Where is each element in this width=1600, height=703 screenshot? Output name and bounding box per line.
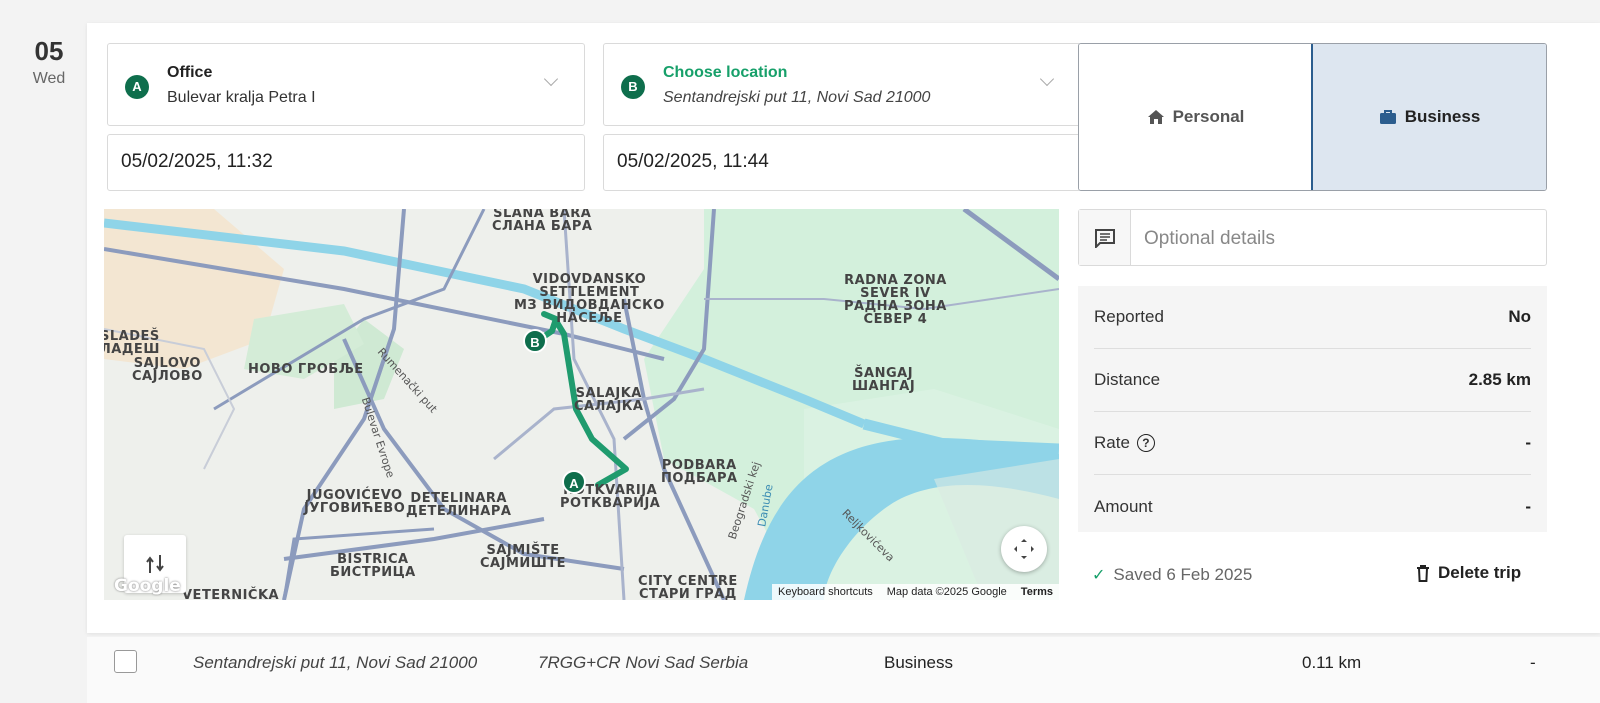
end-datetime-input[interactable]: 05/02/2025, 11:44 xyxy=(603,134,1081,191)
map-attribution: Keyboard shortcuts Map data ©2025 Google… xyxy=(771,584,1059,600)
rate-label: Rate xyxy=(1094,433,1130,452)
terms-link[interactable]: Terms xyxy=(1021,586,1053,598)
map-label: PODBARA ПОДБАРА xyxy=(661,458,738,486)
trip-card: A Office Bulevar kralja Petra I B Choose… xyxy=(87,23,1600,633)
map-label: JUGOVIĆEVO ЈУГОВИЋЕВО xyxy=(304,488,406,516)
row-from: Sentandrejski put 11, Novi Sad 21000 xyxy=(193,653,478,672)
chevron-down-icon xyxy=(543,71,559,87)
map-label: BISTRICA БИСТРИЦА xyxy=(330,552,416,580)
table-row[interactable]: Sentandrejski put 11, Novi Sad 21000 7RG… xyxy=(87,637,1600,703)
start-location-title: Office xyxy=(167,64,213,81)
end-pin-badge: B xyxy=(621,75,645,99)
business-label: Business xyxy=(1404,107,1481,126)
weekday: Wed xyxy=(32,70,66,87)
route-icon xyxy=(146,555,164,573)
personal-label: Personal xyxy=(1172,107,1245,126)
start-location-address: Bulevar kralja Petra I xyxy=(167,89,316,106)
map-label: VIDOVDANSKO SETTLEMENT МЗ ВИДОВДАНСКО НА… xyxy=(514,272,665,326)
business-button[interactable]: Business xyxy=(1311,44,1546,190)
start-datetime-input[interactable]: 05/02/2025, 11:32 xyxy=(107,134,585,191)
google-logo: Google xyxy=(114,576,181,596)
end-location-title: Choose location xyxy=(663,64,788,81)
stat-label: Rate ? xyxy=(1094,433,1155,453)
comment-icon xyxy=(1079,210,1131,265)
row-to: 7RGG+CR Novi Sad Serbia xyxy=(538,653,749,672)
stat-amount: Amount - xyxy=(1094,475,1531,538)
stat-label: Reported xyxy=(1094,307,1164,326)
fullscreen-icon xyxy=(1014,539,1034,559)
map-label: DETELINARA ДЕТЕЛИНАРА xyxy=(406,491,512,519)
stat-value: - xyxy=(1525,433,1531,452)
stat-distance: Distance 2.85 km xyxy=(1094,349,1531,412)
stat-label: Amount xyxy=(1094,496,1153,516)
end-location-select[interactable]: B Choose location Sentandrejski put 11, … xyxy=(603,43,1081,126)
route-map[interactable]: SLANA BARA СЛАНА БАРА VIDOVDANSKO SETTLE… xyxy=(104,209,1059,600)
stat-rate: Rate ? - xyxy=(1094,412,1531,475)
end-location-address: Sentandrejski put 11, Novi Sad 21000 xyxy=(663,89,931,106)
map-label: НОВО ГРОБЉЕ xyxy=(248,362,364,377)
start-pin-badge: A xyxy=(125,75,149,99)
fullscreen-button[interactable] xyxy=(1001,526,1047,572)
check-icon: ✓ xyxy=(1092,567,1106,584)
keyboard-shortcuts-link[interactable]: Keyboard shortcuts xyxy=(778,586,873,598)
map-label: SAJLOVO САЈЛОВО xyxy=(132,356,203,384)
map-label: VETERNIČKA xyxy=(182,588,280,600)
delete-trip-button[interactable]: Delete trip xyxy=(1416,563,1521,583)
stat-reported: Reported No xyxy=(1094,286,1531,349)
map-label: SALAJKA САЛАЈКА xyxy=(574,386,644,414)
map-label: SAJMIŠTE САЈМИШТЕ xyxy=(480,543,567,571)
stat-value: - xyxy=(1525,496,1531,516)
personal-button[interactable]: Personal xyxy=(1079,44,1312,190)
map-pin-b: B xyxy=(523,329,547,353)
chevron-down-icon xyxy=(1039,71,1055,87)
stat-value: No xyxy=(1508,307,1531,326)
delete-trip-label: Delete trip xyxy=(1438,563,1522,582)
optional-details-placeholder: Optional details xyxy=(1144,228,1275,249)
day-number: 05 xyxy=(34,36,64,66)
trip-stats: Reported No Distance 2.85 km Rate ? - Am… xyxy=(1078,286,1547,532)
map-label: SLADEŠ ЛАДЕШ xyxy=(104,329,160,357)
map-label: CITY CENTRE СТАРИ ГРАД xyxy=(638,574,738,600)
stat-label: Distance xyxy=(1094,370,1161,389)
start-location-select[interactable]: A Office Bulevar kralja Petra I xyxy=(107,43,585,126)
row-amount: - xyxy=(1530,653,1536,672)
trip-type-toggle: Personal Business xyxy=(1078,43,1547,191)
saved-status: ✓ Saved 6 Feb 2025 xyxy=(1092,565,1252,585)
row-checkbox[interactable] xyxy=(114,650,137,673)
map-pin-a: A xyxy=(562,470,586,494)
optional-details-field[interactable]: Optional details xyxy=(1078,209,1547,266)
map-label: RADNA ZONA SEVER IV РАДНА ЗОНА СЕВЕР 4 xyxy=(844,273,947,327)
row-distance: 0.11 km xyxy=(1302,653,1362,672)
map-label: SLANA BARA СЛАНА БАРА xyxy=(492,209,593,234)
trash-icon xyxy=(1417,565,1429,582)
briefcase-icon xyxy=(1379,110,1396,124)
home-icon xyxy=(1147,110,1164,124)
help-icon[interactable]: ? xyxy=(1136,434,1155,452)
map-label: ŠANGAJ ШАНГАЈ xyxy=(852,366,916,394)
trip-date: 05 Wed xyxy=(0,36,98,88)
map-data-text: Map data ©2025 Google xyxy=(886,586,1007,598)
stat-value: 2.85 km xyxy=(1468,370,1531,389)
saved-text: Saved 6 Feb 2025 xyxy=(1113,565,1253,584)
row-type: Business xyxy=(884,653,953,672)
